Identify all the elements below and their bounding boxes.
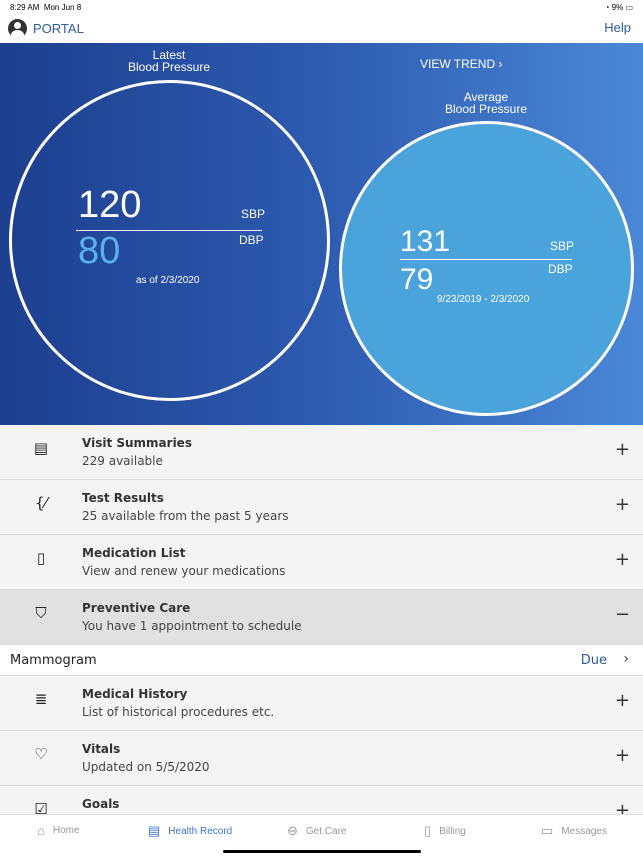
test-tube-icon: {⁄ bbox=[34, 494, 48, 512]
tab-get-care[interactable]: ⊖ Get Care bbox=[287, 823, 346, 839]
row-subtitle: Updated on 5/5/2020 bbox=[82, 760, 210, 774]
billing-icon: ▯ bbox=[424, 823, 432, 838]
help-button[interactable]: Help bbox=[604, 20, 631, 35]
collapse-icon[interactable]: − bbox=[615, 604, 630, 625]
row-title: Medical History bbox=[82, 687, 188, 701]
row-preventive-care[interactable]: ⛉ Preventive Care You have 1 appointment t… bbox=[0, 590, 643, 645]
latest-bp-circle[interactable] bbox=[9, 80, 330, 401]
average-bp-circle[interactable] bbox=[339, 121, 634, 416]
row-subtitle: List of historical procedures etc. bbox=[82, 705, 275, 719]
average-range: 9/23/2019 - 2/3/2020 bbox=[437, 294, 530, 305]
row-visit-summaries[interactable]: ▤ Visit Summaries 229 available + bbox=[0, 425, 643, 480]
pill-bottle-icon: ▯ bbox=[36, 549, 46, 567]
tab-messages[interactable]: ▭ Messages bbox=[541, 823, 607, 839]
row-title: Visit Summaries bbox=[82, 436, 192, 450]
latest-sbp: 120 bbox=[78, 184, 142, 226]
expand-icon[interactable]: + bbox=[615, 439, 630, 460]
average-label: Average Blood Pressure bbox=[444, 90, 528, 116]
tab-home[interactable]: ⌂ Home bbox=[37, 823, 80, 838]
row-title: Test Results bbox=[82, 491, 164, 505]
row-title: Goals bbox=[82, 797, 120, 811]
row-subtitle: View and renew your medications bbox=[82, 564, 286, 578]
clipboard-icon: ▤ bbox=[148, 823, 161, 838]
home-icon: ⌂ bbox=[37, 823, 45, 838]
tab-billing[interactable]: ▯ Billing bbox=[424, 823, 466, 839]
average-dbp: 79 bbox=[400, 263, 434, 296]
chevron-right-icon: › bbox=[623, 651, 629, 667]
heartbeat-circle-icon: ⊖ bbox=[287, 823, 298, 838]
row-title: Preventive Care bbox=[82, 601, 191, 615]
document-icon: ▤ bbox=[33, 439, 49, 457]
due-badge: Due bbox=[580, 653, 607, 668]
battery-status: ◔ 9% ▭ bbox=[604, 3, 633, 12]
divider bbox=[400, 259, 572, 260]
expand-icon[interactable]: + bbox=[615, 494, 630, 515]
average-sbp-label: SBP bbox=[550, 239, 575, 253]
status-bar: 8:29 AM Mon Jun 8 ◔ 9% ▭ bbox=[0, 0, 643, 15]
row-subtitle: You have 1 appointment to schedule bbox=[82, 619, 302, 633]
row-subtitle: 229 available bbox=[82, 454, 163, 468]
expand-icon[interactable]: + bbox=[615, 690, 630, 711]
expand-icon[interactable]: + bbox=[615, 549, 630, 570]
message-icon: ▭ bbox=[541, 823, 554, 838]
row-test-results[interactable]: {⁄ Test Results 25 available from the past… bbox=[0, 480, 643, 535]
average-sbp: 131 bbox=[400, 225, 451, 258]
row-title: Medication List bbox=[82, 546, 186, 560]
nav-bar: PORTAL Help bbox=[0, 15, 643, 43]
latest-label: Latest Blood Pressure bbox=[127, 48, 211, 74]
shield-heart-icon: ⛉ bbox=[35, 604, 47, 622]
row-medical-history[interactable]: ≣ Medical History List of historical proce… bbox=[0, 676, 643, 731]
tab-health-record[interactable]: ▤ Health Record bbox=[148, 823, 232, 839]
row-subtitle: 25 available from the past 5 years bbox=[82, 509, 289, 523]
mammogram-item[interactable]: Mammogram Due › bbox=[0, 645, 643, 676]
row-medication-list[interactable]: ▯ Medication List View and renew your medi… bbox=[0, 535, 643, 590]
history-icon: ≣ bbox=[34, 690, 48, 708]
latest-dbp-label: DBP bbox=[239, 233, 264, 247]
mammogram-title: Mammogram bbox=[10, 653, 97, 668]
row-title: Vitals bbox=[82, 742, 121, 756]
account-icon[interactable] bbox=[8, 19, 27, 38]
view-trend-button[interactable]: VIEW TREND › bbox=[420, 58, 550, 70]
home-indicator bbox=[223, 850, 421, 853]
heartbeat-icon: ♡ bbox=[34, 745, 48, 763]
app-title: PORTAL bbox=[33, 21, 84, 36]
row-vitals[interactable]: ♡ Vitals Updated on 5/5/2020 + bbox=[0, 731, 643, 786]
latest-date: as of 2/3/2020 bbox=[136, 275, 200, 286]
expand-icon[interactable]: + bbox=[615, 745, 630, 766]
latest-sbp-label: SBP bbox=[241, 207, 266, 221]
average-dbp-label: DBP bbox=[548, 262, 573, 276]
blood-pressure-panel: Latest Blood Pressure 120 SBP 80 DBP as o… bbox=[0, 43, 643, 425]
status-time: 8:29 AM Mon Jun 8 bbox=[10, 3, 82, 12]
latest-dbp: 80 bbox=[78, 230, 121, 272]
